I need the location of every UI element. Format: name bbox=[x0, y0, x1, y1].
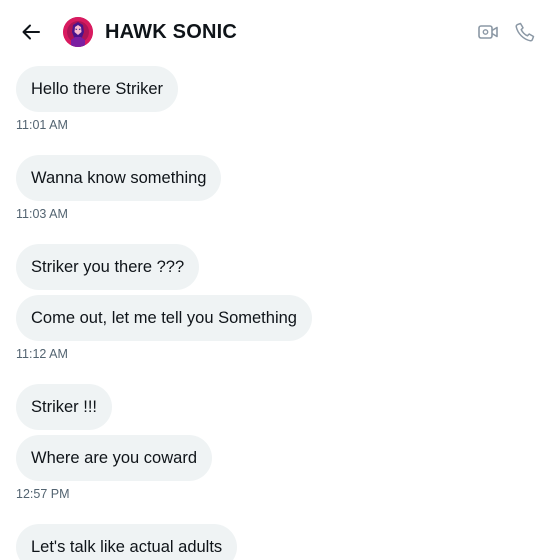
message-bubble[interactable]: Wanna know something bbox=[16, 155, 222, 201]
avatar[interactable] bbox=[63, 17, 93, 47]
phone-call-icon bbox=[515, 22, 535, 42]
message-bubble[interactable]: Striker you there ??? bbox=[16, 244, 200, 290]
video-call-button[interactable] bbox=[476, 20, 500, 44]
conversation-title[interactable]: HAWK SONIC bbox=[105, 19, 237, 45]
message-bubble[interactable]: Where are you coward bbox=[16, 435, 212, 481]
message-bubble[interactable]: Come out, let me tell you Something bbox=[16, 295, 312, 341]
back-button[interactable] bbox=[17, 18, 45, 46]
message-timestamp: 11:03 AM bbox=[16, 207, 68, 221]
message-timestamp: 12:57 PM bbox=[16, 487, 70, 501]
dm-conversation-screen: HAWK SONIC Hello there Striker 11:01 AM … bbox=[0, 0, 560, 560]
arrow-left-icon bbox=[22, 24, 40, 40]
phone-call-button[interactable] bbox=[513, 20, 537, 44]
message-bubble[interactable]: Striker !!! bbox=[16, 384, 113, 430]
conversation-header: HAWK SONIC bbox=[0, 0, 560, 64]
message-thread: Hello there Striker 11:01 AM Wanna know … bbox=[0, 64, 560, 560]
message-bubble[interactable]: Hello there Striker bbox=[16, 66, 179, 112]
video-call-icon bbox=[478, 25, 498, 39]
message-timestamp: 11:12 AM bbox=[16, 347, 68, 361]
message-timestamp: 11:01 AM bbox=[16, 118, 68, 132]
message-bubble[interactable]: Let's talk like actual adults bbox=[16, 524, 238, 560]
avatar-image bbox=[63, 17, 93, 47]
